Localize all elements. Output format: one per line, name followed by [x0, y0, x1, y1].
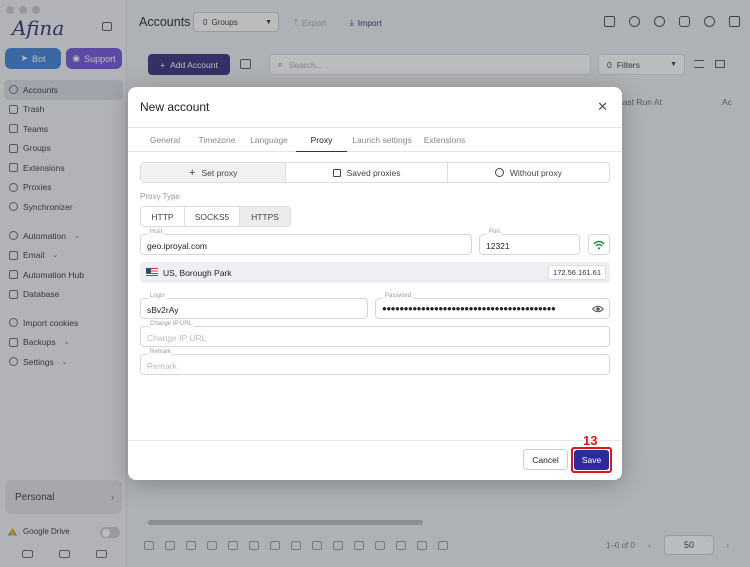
check-proxy-button[interactable]: [588, 234, 610, 255]
proxy-ip-badge: 172.56.161.61: [548, 265, 606, 280]
save-disk-icon: [332, 168, 341, 177]
proxy-type-socks5[interactable]: SOCKS5: [185, 207, 240, 226]
ban-icon: [494, 168, 504, 177]
proxy-mode-selector: + Set proxy Saved proxies Without proxy: [140, 162, 610, 183]
cancel-button[interactable]: Cancel: [523, 449, 568, 470]
remark-field[interactable]: Remark Remark: [140, 348, 610, 375]
save-button[interactable]: Save: [574, 450, 609, 470]
tab-language[interactable]: Language: [244, 128, 294, 152]
wifi-icon: [593, 240, 605, 249]
eye-icon[interactable]: [592, 304, 604, 314]
dialog-title: New account: [140, 100, 210, 114]
new-account-dialog: New account ✕ General Timezone Language …: [128, 87, 622, 480]
saved-proxies-option[interactable]: Saved proxies: [286, 163, 448, 182]
tab-launch-settings[interactable]: Launch settings: [349, 128, 415, 152]
proxy-type-http[interactable]: HTTP: [141, 207, 185, 226]
tab-timezone[interactable]: Timezone: [192, 128, 242, 152]
proxy-type-selector: HTTP SOCKS5 HTTPS: [140, 206, 291, 227]
login-field[interactable]: Login sBv2rAy: [140, 292, 368, 319]
step-annotation: 13: [583, 433, 598, 448]
tab-general[interactable]: General: [140, 128, 190, 152]
set-proxy-option[interactable]: + Set proxy: [141, 163, 287, 182]
plus-icon: +: [189, 166, 196, 179]
tab-proxy[interactable]: Proxy: [296, 128, 347, 152]
dialog-tabs: General Timezone Language Proxy Launch s…: [128, 127, 622, 152]
proxy-type-https[interactable]: HTTPS: [240, 207, 290, 226]
proxy-geo-info: US, Borough Park 172.56.161.61: [140, 262, 610, 283]
host-field[interactable]: Host geo.iproyal.com: [140, 228, 472, 255]
password-field[interactable]: Password ●●●●●●●●●●●●●●●●●●●●●●●●●●●●●●●…: [375, 292, 610, 319]
tab-extensions[interactable]: Extensions: [417, 128, 472, 152]
close-icon[interactable]: ✕: [597, 99, 608, 115]
us-flag-icon: [146, 268, 158, 276]
without-proxy-option[interactable]: Without proxy: [448, 163, 609, 182]
proxy-type-label: Proxy Type: [140, 192, 180, 201]
proxy-location: US, Borough Park: [163, 268, 232, 278]
change-ip-url-field[interactable]: Change IP URL Change IP URL: [140, 320, 610, 347]
port-field[interactable]: Port 12321: [479, 228, 580, 255]
dialog-footer-divider: [128, 440, 622, 441]
